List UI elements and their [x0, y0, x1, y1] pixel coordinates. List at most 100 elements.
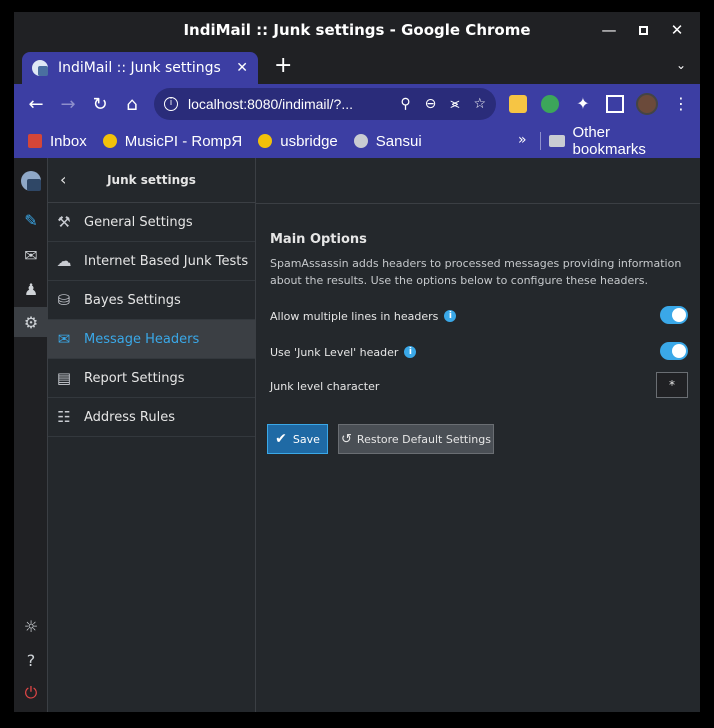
sidebar-item-label: Bayes Settings [84, 292, 181, 308]
browser-toolbar: ← → ↻ ⌂ i localhost:8080/indimail/?... ⚲… [14, 84, 700, 124]
option-allow-multiple-lines: Allow multiple lines in headers i [270, 304, 688, 328]
site-info-icon[interactable]: i [164, 97, 178, 111]
indimail-favicon-icon [32, 60, 48, 76]
window-title: IndiMail :: Junk settings - Google Chrom… [183, 21, 531, 39]
save-button[interactable]: ✔ Save [267, 424, 328, 454]
envelope-icon: ✉ [57, 330, 71, 348]
bookmarks-bar: Inbox MusicPI - RompЯ usbridge Sansui » … [14, 124, 700, 158]
address-url[interactable]: localhost:8080/indimail/?... [188, 96, 386, 112]
sidebar-item-bayes-settings[interactable]: ⛁ Bayes Settings [48, 281, 255, 320]
sidebar-item-internet-junk-tests[interactable]: ☁ Internet Based Junk Tests [48, 242, 255, 281]
back-chevron-icon[interactable]: ‹ [60, 170, 66, 189]
profile-avatar[interactable] [636, 93, 658, 115]
keep-extension-icon[interactable] [509, 95, 527, 113]
option-label: Use 'Junk Level' header [270, 345, 399, 359]
save-label: Save [292, 432, 320, 446]
bookmark-inbox[interactable]: Inbox [28, 133, 87, 150]
option-label: Junk level character [270, 379, 380, 393]
address-bar[interactable]: i localhost:8080/indimail/?... ⚲ ⊖ ⪤ ☆ [154, 88, 496, 120]
maximize-button[interactable] [626, 21, 660, 39]
sidebar-item-label: Internet Based Junk Tests [84, 253, 249, 269]
settings-gear-icon[interactable]: ⚙ [14, 307, 48, 337]
allow-multiple-lines-toggle[interactable] [660, 306, 688, 324]
extensions-puzzle-icon[interactable]: ✦ [574, 95, 592, 113]
option-junk-level-character: Junk level character [270, 372, 688, 398]
tab-search-chevron-icon[interactable]: ⌄ [676, 58, 686, 72]
bookmark-star-icon[interactable]: ☆ [473, 96, 486, 112]
document-icon: ▤ [56, 369, 72, 387]
zoom-icon[interactable]: ⊖ [425, 96, 437, 112]
bookmark-sansui[interactable]: Sansui [353, 132, 422, 150]
database-icon: ⛁ [57, 291, 71, 309]
tab-title: IndiMail :: Junk settings [58, 60, 221, 76]
other-bookmarks-label: Other bookmarks [572, 124, 646, 158]
share-icon[interactable]: ⪤ [450, 96, 459, 112]
option-use-junk-level-header: Use 'Junk Level' header i [270, 340, 688, 364]
minimize-button[interactable]: — [592, 21, 626, 39]
close-window-button[interactable]: ✕ [660, 21, 694, 39]
settings-content: Main Options SpamAssassin adds headers t… [256, 158, 700, 712]
compose-icon[interactable]: ✎ [14, 205, 48, 235]
indimail-logo-icon[interactable] [14, 166, 48, 196]
settings-sidebar: ‹ Junk settings ⚒ General Settings ☁ Int… [48, 158, 256, 712]
bookmark-usbridge[interactable]: usbridge [258, 133, 338, 150]
sidebar-item-message-headers[interactable]: ✉ Message Headers [48, 320, 255, 359]
bookmarks-overflow-button[interactable]: » [518, 132, 527, 148]
sidebar-item-label: Report Settings [84, 370, 185, 386]
bookmark-musicpi[interactable]: MusicPI - RompЯ [102, 132, 243, 150]
bookmark-label: usbridge [280, 132, 338, 150]
play-icon [258, 134, 273, 148]
option-label: Allow multiple lines in headers [270, 309, 439, 323]
undo-icon: ↺ [341, 431, 352, 447]
sidebar-item-general-settings[interactable]: ⚒ General Settings [48, 203, 255, 242]
sidebar-item-label: General Settings [84, 214, 193, 230]
theme-toggle-icon[interactable]: ☼ [14, 611, 48, 641]
side-panel-icon[interactable] [606, 95, 624, 113]
info-icon[interactable]: i [444, 310, 457, 322]
address-card-icon: ☷ [57, 408, 71, 426]
wrench-icon: ⚒ [57, 213, 71, 231]
browser-window: IndiMail :: Junk settings - Google Chrom… [14, 12, 700, 712]
junk-level-header-toggle[interactable] [660, 342, 688, 360]
indimail-app: ✎ ✉ ♟ ⚙ ☼ ? ⏻ ‹ Junk settings ⚒ General … [14, 158, 700, 712]
section-title: Main Options [270, 232, 367, 247]
back-button[interactable]: ← [20, 94, 52, 115]
restore-defaults-button[interactable]: ↺ Restore Default Settings [338, 424, 494, 454]
sidebar-item-report-settings[interactable]: ▤ Report Settings [48, 359, 255, 398]
forward-button[interactable]: → [52, 94, 84, 115]
extension-icon[interactable] [541, 95, 559, 113]
folder-icon [549, 135, 565, 147]
contacts-icon[interactable]: ♟ [14, 274, 48, 304]
check-icon: ✔ [275, 431, 287, 447]
search-icon[interactable]: ⚲ [400, 96, 410, 112]
info-icon[interactable]: i [404, 346, 417, 358]
section-description: SpamAssassin adds headers to processed m… [270, 257, 682, 287]
home-button[interactable]: ⌂ [116, 94, 148, 115]
globe-icon [353, 134, 368, 148]
bookmark-label: Inbox [50, 132, 87, 150]
window-titlebar: IndiMail :: Junk settings - Google Chrom… [14, 12, 700, 48]
cloud-icon: ☁ [56, 252, 72, 270]
bookmark-label: MusicPI - RompЯ [124, 132, 243, 150]
gmail-icon [28, 134, 42, 148]
new-tab-button[interactable]: + [274, 55, 292, 77]
sidebar-item-address-rules[interactable]: ☷ Address Rules [48, 398, 255, 437]
bookmarks-divider [540, 132, 541, 150]
app-nav-rail: ✎ ✉ ♟ ⚙ ☼ ? ⏻ [14, 158, 48, 712]
tab-close-icon[interactable]: ✕ [236, 60, 248, 76]
chrome-menu-icon[interactable]: ⋮ [672, 95, 690, 113]
sidebar-title: Junk settings [107, 173, 196, 187]
logout-power-icon[interactable]: ⏻ [14, 678, 48, 708]
content-header [256, 158, 700, 204]
reload-button[interactable]: ↻ [84, 94, 116, 115]
junk-level-character-input[interactable] [656, 372, 688, 398]
tab-junk-settings[interactable]: IndiMail :: Junk settings ✕ [22, 52, 258, 84]
bookmark-label: Sansui [375, 132, 422, 150]
help-icon[interactable]: ? [14, 645, 48, 675]
other-bookmarks-folder[interactable]: Other bookmarks [549, 124, 684, 158]
sidebar-item-label: Message Headers [84, 331, 200, 347]
play-icon [102, 134, 117, 148]
sidebar-header: ‹ Junk settings [48, 158, 255, 203]
restore-label: Restore Default Settings [356, 432, 491, 446]
mail-icon[interactable]: ✉ [14, 240, 48, 270]
